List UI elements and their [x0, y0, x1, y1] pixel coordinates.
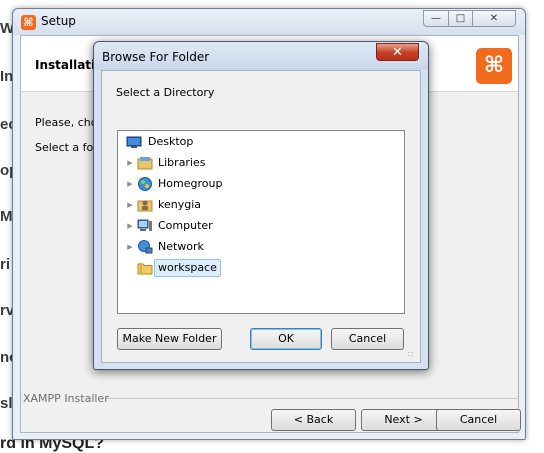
- expand-arrow-icon[interactable]: ▶: [126, 217, 134, 235]
- divider: [106, 398, 518, 399]
- maximize-button[interactable]: □: [448, 10, 473, 27]
- background-text-fragment: sl: [0, 395, 13, 412]
- tree-item-libraries[interactable]: ▶ Libraries: [126, 154, 209, 172]
- setup-cancel-button[interactable]: Cancel: [436, 409, 521, 431]
- tree-item-network[interactable]: ▶ Network: [126, 238, 207, 256]
- user-folder-icon: [137, 200, 153, 212]
- minimize-button[interactable]: —: [423, 10, 449, 27]
- folder-icon: [137, 263, 153, 275]
- homegroup-icon: [138, 177, 152, 191]
- make-new-folder-button[interactable]: Make New Folder: [117, 328, 222, 350]
- close-icon: ✕: [392, 45, 403, 60]
- expand-arrow-icon[interactable]: ▶: [126, 175, 134, 193]
- tree-item-label: Desktop: [148, 135, 194, 148]
- browse-for-folder-dialog: Browse For Folder ✕ Select a Directory D…: [93, 41, 429, 370]
- dialog-subtitle: Select a Directory: [116, 86, 215, 99]
- tree-item-label: Network: [158, 240, 204, 253]
- xampp-small-icon: ⌘: [21, 15, 36, 30]
- dialog-title: Browse For Folder: [102, 50, 210, 64]
- back-button[interactable]: < Back: [271, 409, 356, 431]
- expand-arrow-icon[interactable]: ▶: [126, 154, 134, 172]
- computer-icon: [137, 219, 152, 231]
- ok-button[interactable]: OK: [250, 328, 322, 350]
- tree-item-desktop[interactable]: Desktop: [126, 133, 196, 151]
- dialog-close-button[interactable]: ✕: [376, 43, 419, 61]
- setup-close-button[interactable]: ✕: [472, 10, 516, 27]
- desktop-icon: [126, 136, 142, 148]
- tree-item-label: kenygia: [158, 198, 202, 211]
- dialog-client-area: Select a Directory Desktop ▶ Libraries ▶…: [101, 70, 421, 363]
- close-icon: ✕: [489, 13, 499, 24]
- tree-item-label: Homegroup: [158, 177, 223, 190]
- resize-grip-icon[interactable]: ∷: [408, 350, 413, 359]
- dialog-titlebar[interactable]: Browse For Folder ✕: [94, 42, 428, 70]
- folder-tree[interactable]: Desktop ▶ Libraries ▶ Homegroup ▶ kenygi…: [117, 130, 405, 314]
- expand-arrow-icon[interactable]: ▶: [126, 196, 134, 214]
- setup-window-title: Setup: [41, 14, 76, 28]
- installer-label: XAMPP Installer: [23, 392, 109, 405]
- xampp-logo-icon: ⌘: [476, 48, 512, 84]
- expand-arrow-icon[interactable]: ▶: [126, 238, 134, 256]
- background-text-fragment: ri: [0, 256, 11, 273]
- tree-item-computer[interactable]: ▶ Computer: [126, 217, 216, 235]
- tree-item-kenygia[interactable]: ▶ kenygia: [126, 196, 204, 214]
- tree-item-homegroup[interactable]: ▶ Homegroup: [126, 175, 225, 193]
- background-text-fragment: M: [0, 208, 13, 225]
- next-button[interactable]: Next >: [361, 409, 446, 431]
- tree-item-label: Computer: [158, 219, 213, 232]
- minimize-icon: —: [431, 13, 441, 24]
- libraries-icon: [137, 157, 153, 170]
- tree-item-label: Libraries: [158, 156, 206, 169]
- tree-item-label: workspace: [154, 259, 221, 277]
- network-icon: [138, 240, 153, 254]
- setup-titlebar[interactable]: ⌘ Setup — □ ✕: [13, 9, 525, 35]
- dialog-cancel-button[interactable]: Cancel: [331, 328, 404, 350]
- maximize-icon: □: [455, 13, 466, 24]
- tree-item-workspace[interactable]: workspace: [135, 259, 221, 277]
